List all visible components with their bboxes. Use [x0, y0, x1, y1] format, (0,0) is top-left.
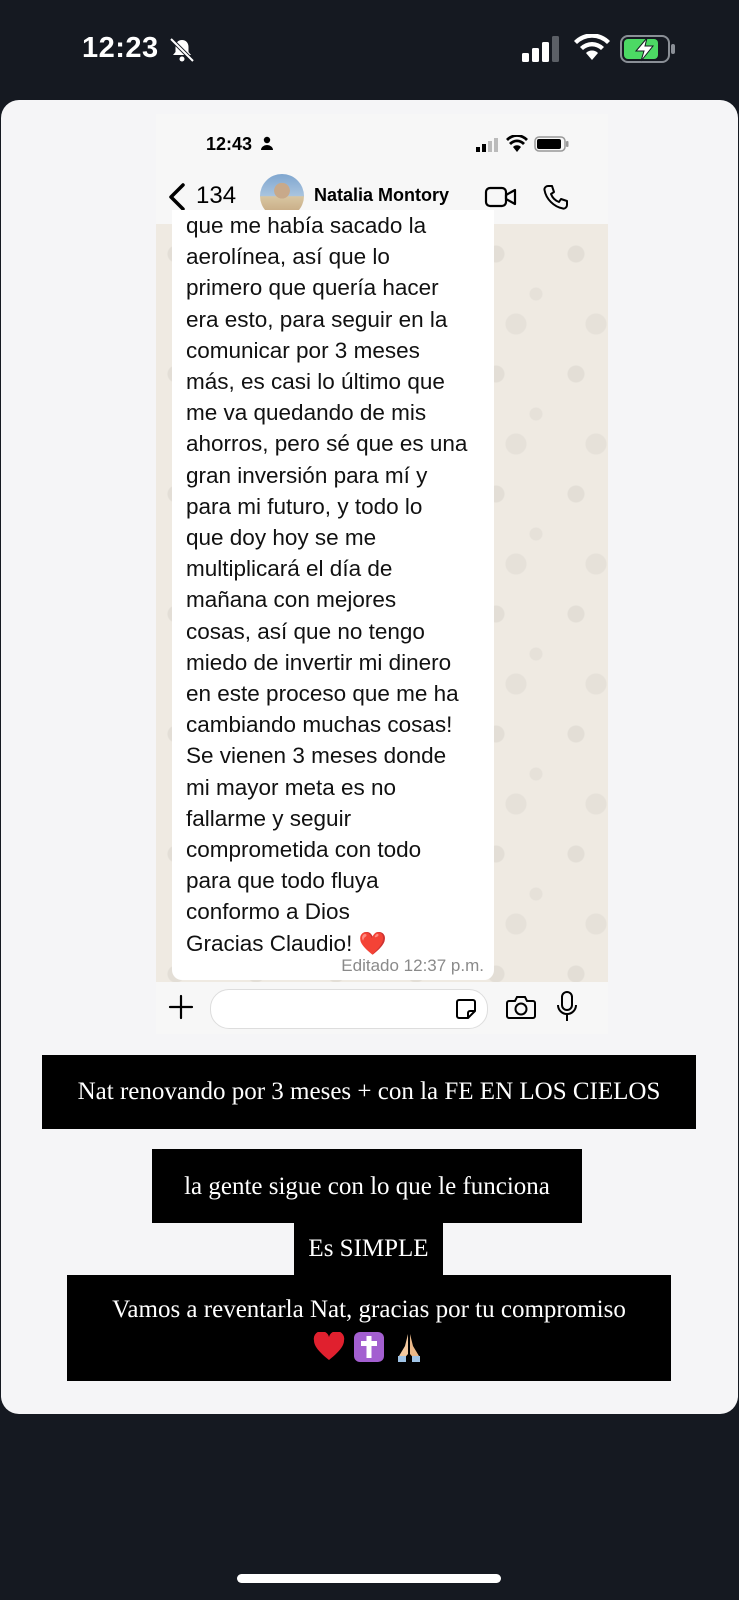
microphone-icon[interactable] [556, 991, 578, 1023]
message-timestamp: Editado 12:37 p.m. [341, 956, 484, 975]
wifi-icon [506, 135, 528, 152]
chat-screenshot: 12:43 134 Natalia Montory que me había s… [156, 114, 608, 1034]
phone-icon[interactable] [542, 183, 570, 211]
caption-renewal: Nat renovando por 3 meses + con la FE EN… [42, 1055, 696, 1129]
chat-area: que me había sacado la aerolínea, así qu… [156, 210, 608, 982]
story-card: 12:43 134 Natalia Montory que me había s… [1, 100, 738, 1414]
caption-thanks-text: Vamos a reventarla Nat, gracias por tu c… [112, 1296, 626, 1323]
caption-people: la gente sigue con lo que le funciona [152, 1149, 582, 1223]
home-indicator[interactable] [237, 1574, 501, 1583]
message-input[interactable] [210, 989, 488, 1029]
battery-icon [534, 136, 569, 152]
bell-slash-icon [169, 37, 195, 63]
back-count[interactable]: 134 [196, 182, 236, 210]
video-call-icon[interactable] [484, 185, 518, 209]
signal-icon [476, 138, 498, 152]
message-bubble[interactable]: que me había sacado la aerolínea, así qu… [172, 210, 494, 980]
person-icon [261, 136, 273, 150]
caption-simple: Es SIMPLE [294, 1223, 443, 1275]
message-text: que me había sacado la aerolínea, así qu… [186, 213, 468, 956]
camera-icon[interactable] [506, 994, 536, 1020]
cross-emoji-icon [354, 1332, 384, 1363]
caption-thanks: Vamos a reventarla Nat, gracias por tu c… [67, 1275, 671, 1381]
input-bar [156, 982, 608, 1034]
back-chevron-icon[interactable] [166, 182, 188, 212]
os-time: 12:23 [82, 32, 159, 64]
wifi-icon [574, 34, 610, 60]
plus-icon[interactable] [168, 994, 194, 1020]
battery-charging-icon [620, 35, 675, 63]
signal-icon [522, 36, 559, 62]
inner-time: 12:43 [206, 134, 253, 154]
emoji-row [67, 1329, 671, 1363]
heart-emoji-icon [313, 1332, 344, 1361]
praying-hands-emoji-icon [398, 1334, 421, 1363]
contact-name[interactable]: Natalia Montory [314, 185, 449, 206]
inner-status-bar: 12:43 [156, 114, 608, 170]
sticker-icon[interactable] [455, 998, 477, 1020]
